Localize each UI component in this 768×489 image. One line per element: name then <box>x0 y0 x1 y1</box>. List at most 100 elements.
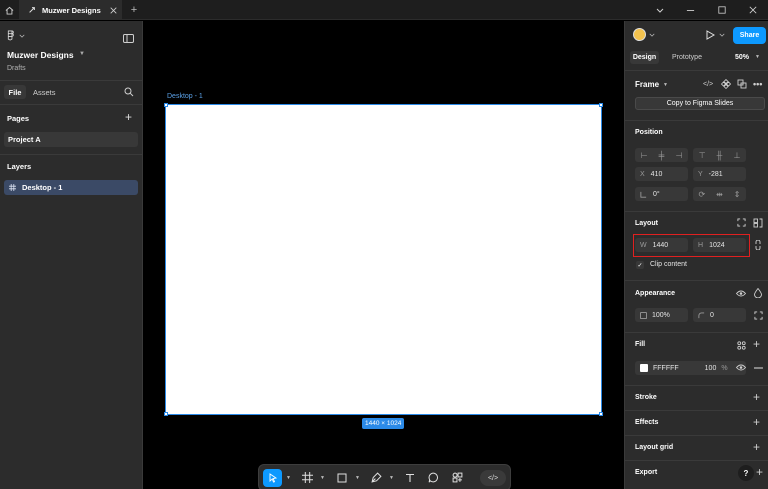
main-menu-button[interactable] <box>7 30 25 41</box>
add-page-button[interactable]: + <box>125 110 132 124</box>
plus-icon: + <box>753 415 761 429</box>
resize-handle[interactable] <box>599 412 603 416</box>
clip-content-checkbox[interactable]: ✓ <box>636 261 644 269</box>
fill-swatch[interactable] <box>640 364 648 372</box>
chevron-down-icon[interactable]: ▼ <box>286 475 291 481</box>
shape-tool-button[interactable] <box>334 465 350 489</box>
right-panel: Share Design Prototype 50% ▼ Frame ▼ </>… <box>624 21 768 489</box>
remove-fill-button[interactable] <box>754 367 763 369</box>
fill-hex[interactable]: FFFFFF <box>653 365 679 372</box>
chevron-down-icon[interactable]: ▼ <box>755 54 760 60</box>
chevron-down-icon: ▼ <box>663 81 668 88</box>
add-fill-button[interactable]: + <box>753 337 760 351</box>
actions-button[interactable] <box>449 465 465 489</box>
canvas[interactable]: Desktop - 1 1440 × 1024 <box>144 21 624 489</box>
comment-tool-button[interactable] <box>425 465 441 489</box>
tab-design[interactable]: Design <box>630 51 659 64</box>
close-window-button[interactable] <box>737 0 768 20</box>
more-options-icon[interactable]: ••• <box>753 79 762 89</box>
component-button[interactable] <box>721 79 731 89</box>
pen-tool-button[interactable] <box>368 465 384 489</box>
close-tab-icon[interactable] <box>110 6 117 14</box>
add-effect-button[interactable]: + <box>753 415 760 429</box>
align-center-v-icon[interactable]: ╫ <box>717 151 723 160</box>
divider <box>625 280 768 281</box>
tab-assets[interactable]: Assets <box>33 88 56 97</box>
move-tool-button[interactable] <box>263 469 282 487</box>
y-position-field[interactable]: Y -281 <box>693 167 746 181</box>
opacity-field[interactable]: 100% <box>635 308 688 322</box>
tab-list-button[interactable] <box>644 0 675 20</box>
align-bottom-icon[interactable]: ⊥ <box>733 151 740 160</box>
align-top-icon[interactable]: ⊤ <box>699 151 706 160</box>
align-right-icon[interactable]: ⊣ <box>675 151 682 160</box>
add-layout-grid-button[interactable]: + <box>753 440 760 454</box>
text-tool-button[interactable] <box>402 465 418 489</box>
zoom-level[interactable]: 50% <box>735 54 749 61</box>
layout-heading: Layout <box>635 220 658 227</box>
chevron-down-icon[interactable]: ▼ <box>79 51 85 57</box>
frame-label[interactable]: Desktop - 1 <box>167 93 203 100</box>
layout-options-button[interactable] <box>753 218 763 228</box>
page-item[interactable]: Project A <box>4 132 138 147</box>
dev-mode-toggle[interactable]: </> <box>480 470 506 486</box>
rotation-field[interactable]: 0° <box>635 187 688 201</box>
auto-layout-button[interactable] <box>737 218 746 227</box>
resize-handle[interactable] <box>164 412 168 416</box>
add-export-button[interactable]: + <box>756 465 763 479</box>
share-button[interactable]: Share <box>733 27 766 44</box>
home-button[interactable] <box>0 0 18 20</box>
minus-icon <box>754 367 763 369</box>
toggle-sidebar-button[interactable] <box>123 34 134 43</box>
flip-horizontal-icon[interactable]: ⇹ <box>716 190 723 199</box>
maximize-button[interactable] <box>706 0 737 20</box>
user-menu[interactable] <box>633 28 655 41</box>
file-location[interactable]: Drafts <box>7 65 26 72</box>
frame-tool-button[interactable] <box>299 465 315 489</box>
styles-button[interactable] <box>737 341 746 350</box>
chevron-down-icon[interactable]: ▼ <box>389 475 394 481</box>
align-left-icon[interactable]: ⊢ <box>641 151 648 160</box>
x-position-field[interactable]: X 410 <box>635 167 688 181</box>
fill-field[interactable]: FFFFFF 100 % <box>635 361 746 375</box>
present-button[interactable] <box>705 30 725 40</box>
resize-handle[interactable] <box>599 103 603 107</box>
file-name[interactable]: Muzwer Designs <box>7 50 74 60</box>
new-tab-button[interactable]: + <box>127 0 141 20</box>
frame-type-dropdown[interactable]: Frame ▼ <box>635 80 668 89</box>
layer-item[interactable]: Desktop - 1 <box>4 180 138 195</box>
fill-visibility-button[interactable] <box>736 364 746 371</box>
chevron-down-icon[interactable]: ▼ <box>355 475 360 481</box>
resize-handle[interactable] <box>164 103 168 107</box>
file-tab[interactable]: Muzwer Designs <box>19 0 122 20</box>
boolean-button[interactable] <box>737 79 747 89</box>
fit-icon <box>737 218 746 227</box>
search-button[interactable] <box>124 87 134 97</box>
horizontal-align-group: ⊢ ╪ ⊣ <box>635 148 688 162</box>
flip-vertical-icon[interactable]: ⇕ <box>734 190 741 199</box>
tab-file[interactable]: File <box>4 85 26 99</box>
add-stroke-button[interactable]: + <box>753 390 760 404</box>
divider <box>625 385 768 386</box>
blend-mode-button[interactable] <box>754 288 762 298</box>
constrain-proportions-button[interactable] <box>755 240 761 250</box>
chevron-down-icon[interactable]: ▼ <box>320 475 325 481</box>
copy-to-slides-button[interactable]: Copy to Figma Slides <box>635 97 765 110</box>
comment-icon <box>428 472 438 483</box>
tab-prototype[interactable]: Prototype <box>672 54 702 61</box>
plus-icon: + <box>753 440 761 454</box>
rotation-value: 0° <box>653 190 660 198</box>
minimize-button[interactable] <box>675 0 706 20</box>
x-label: X <box>640 170 645 178</box>
visibility-button[interactable] <box>736 290 746 297</box>
corner-radius-field[interactable]: 0 <box>693 308 746 322</box>
rotate-90-icon[interactable]: ⟳ <box>698 190 705 199</box>
align-center-h-icon[interactable]: ╪ <box>659 151 665 160</box>
fill-opacity[interactable]: 100 <box>705 365 717 372</box>
rotation-icon <box>640 191 647 198</box>
independent-corners-button[interactable] <box>754 311 763 320</box>
code-icon: </> <box>487 474 499 482</box>
frame-desktop-1[interactable] <box>165 104 602 415</box>
help-button[interactable]: ? <box>738 465 754 481</box>
code-icon[interactable]: </> <box>703 81 713 88</box>
